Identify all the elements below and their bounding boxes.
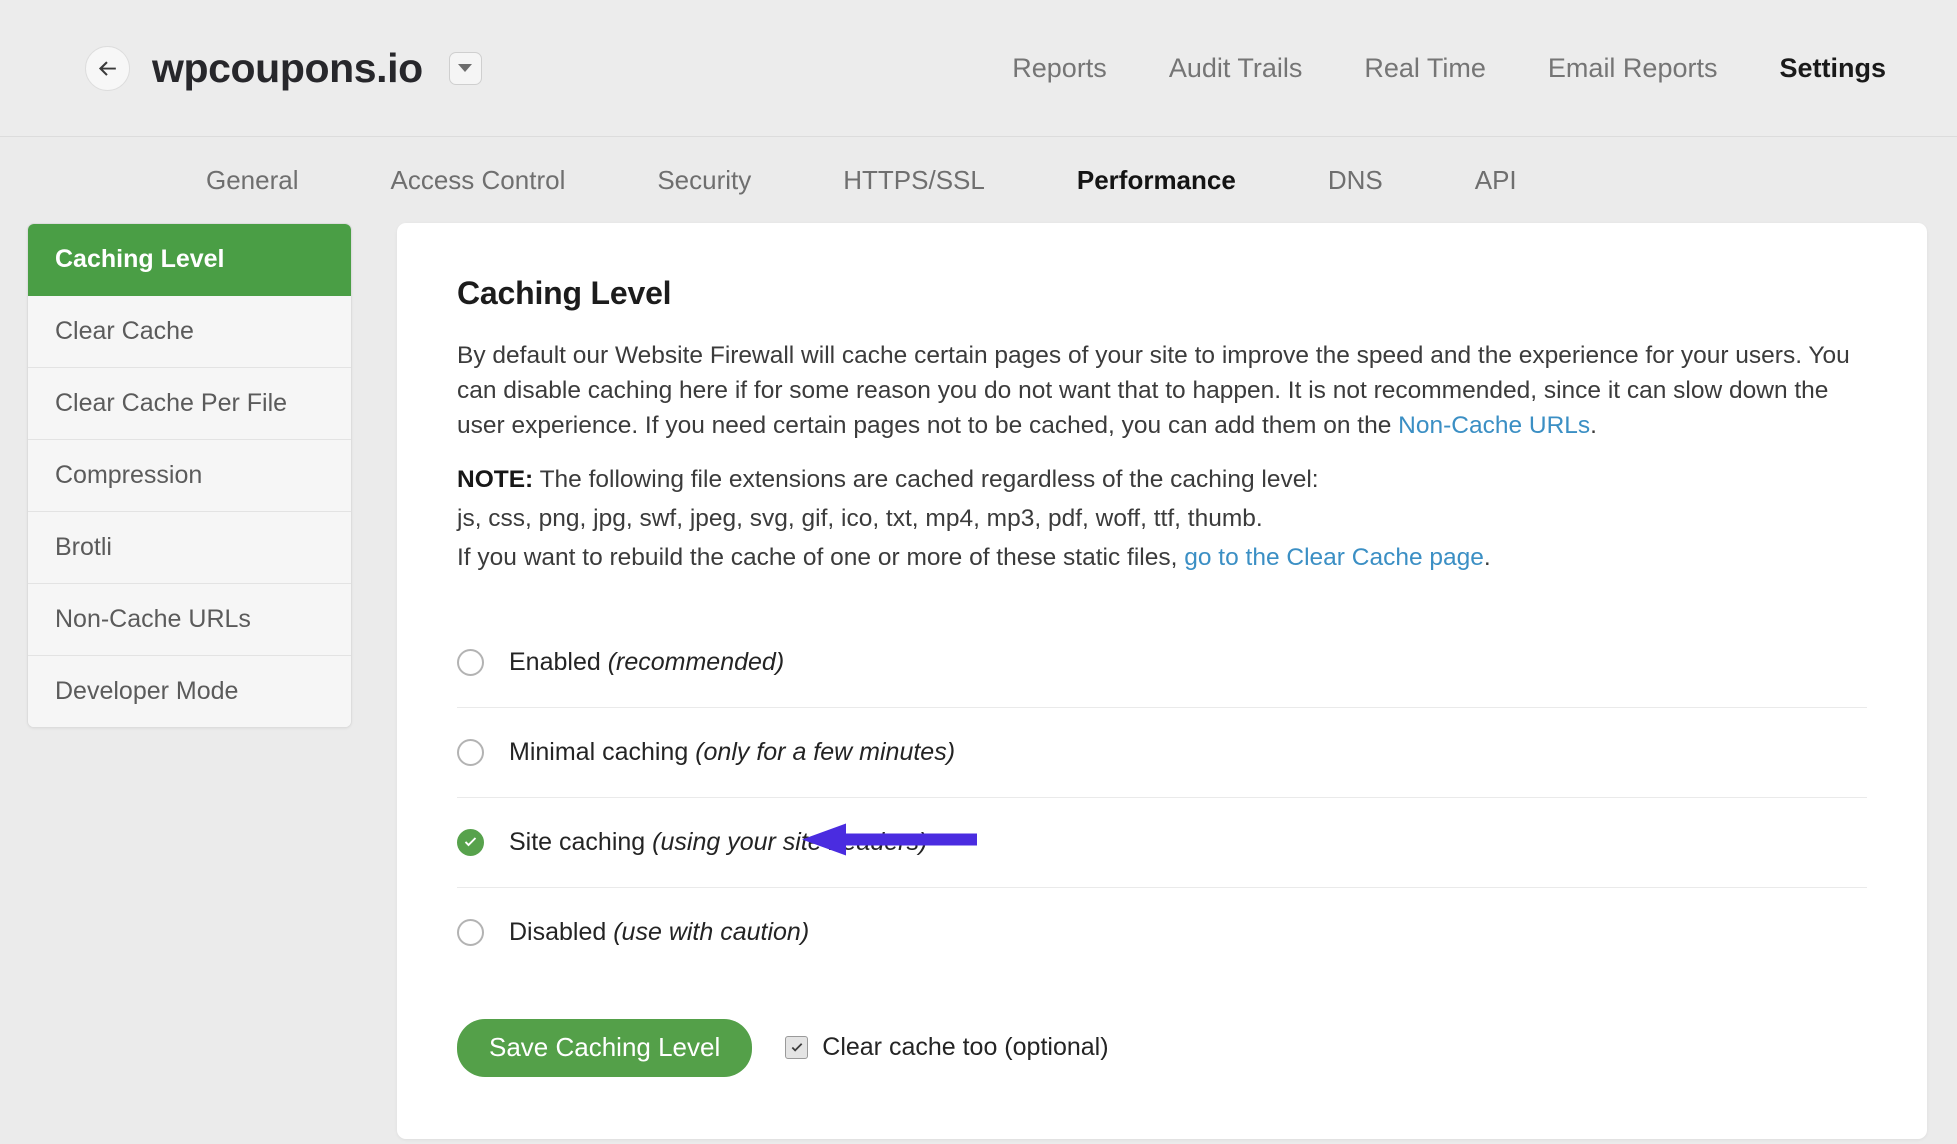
nav-item-reports[interactable]: Reports [981, 53, 1138, 84]
top-header: wpcoupons.io Reports Audit Trails Real T… [0, 0, 1957, 137]
option-row-enabled[interactable]: Enabled (recommended) [457, 618, 1867, 708]
tab-security[interactable]: Security [611, 165, 797, 196]
performance-sidebar: Caching Level Clear Cache Clear Cache Pe… [27, 223, 352, 728]
option-label-site-caching: Site caching (using your site headers) [509, 828, 927, 857]
option-label-enabled: Enabled (recommended) [509, 648, 784, 677]
sidebar-item-clear-cache-per-file[interactable]: Clear Cache Per File [28, 368, 351, 440]
tab-api[interactable]: API [1429, 165, 1563, 196]
rebuild-text: If you want to rebuild the cache of one … [457, 543, 1185, 571]
option-name: Site caching [509, 827, 646, 856]
brand-group: wpcoupons.io [85, 44, 482, 91]
option-label-minimal-caching: Minimal caching (only for a few minutes) [509, 738, 955, 767]
rebuild-paragraph: If you want to rebuild the cache of one … [457, 541, 1867, 576]
app-window: wpcoupons.io Reports Audit Trails Real T… [0, 0, 1957, 1144]
intro-text: By default our Website Firewall will cac… [457, 342, 1850, 439]
tab-https-ssl[interactable]: HTTPS/SSL [797, 165, 1031, 196]
site-switcher-button[interactable] [448, 51, 482, 85]
page-title: Caching Level [457, 275, 672, 311]
caching-level-panel: Caching Level By default our Website Fir… [397, 223, 1927, 1140]
settings-tabs: General Access Control Security HTTPS/SS… [0, 137, 1957, 223]
tab-access-control[interactable]: Access Control [345, 165, 612, 196]
option-name: Minimal caching [509, 737, 689, 766]
non-cache-urls-link[interactable]: Non-Cache URLs [1398, 412, 1590, 439]
clear-cache-too-checkbox-wrap[interactable]: Clear cache too (optional) [785, 1033, 1109, 1062]
option-name: Enabled [509, 647, 601, 676]
tab-dns[interactable]: DNS [1282, 165, 1429, 196]
option-hint: (using your site headers) [652, 827, 928, 856]
option-hint: (use with caution) [613, 917, 810, 946]
site-title: wpcoupons.io [152, 44, 423, 91]
caching-level-options: Enabled (recommended) Minimal caching (o… [457, 618, 1867, 977]
primary-nav: Reports Audit Trails Real Time Email Rep… [981, 53, 1917, 84]
nav-item-settings[interactable]: Settings [1748, 53, 1917, 84]
sidebar-item-caching-level[interactable]: Caching Level [28, 224, 351, 296]
clear-cache-page-link[interactable]: go to the Clear Cache page [1184, 544, 1484, 571]
radio-disabled[interactable] [457, 918, 484, 946]
option-row-minimal-caching[interactable]: Minimal caching (only for a few minutes) [457, 708, 1867, 798]
intro-text-end: . [1590, 411, 1597, 439]
intro-paragraph: By default our Website Firewall will cac… [457, 339, 1867, 443]
sidebar-item-clear-cache[interactable]: Clear Cache [28, 296, 351, 368]
tab-general[interactable]: General [160, 165, 345, 196]
sidebar-item-brotli[interactable]: Brotli [28, 512, 351, 584]
radio-enabled[interactable] [457, 648, 484, 676]
note-label: NOTE: [457, 466, 534, 494]
chevron-down-icon [458, 64, 473, 72]
sidebar-item-non-cache-urls[interactable]: Non-Cache URLs [28, 584, 351, 656]
nav-item-audit-trails[interactable]: Audit Trails [1138, 53, 1334, 84]
clear-cache-too-checkbox[interactable] [785, 1036, 809, 1060]
option-label-disabled: Disabled (use with caution) [509, 918, 809, 947]
clear-cache-too-label: Clear cache too (optional) [822, 1033, 1109, 1062]
extensions-list: js, css, png, jpg, swf, jpeg, svg, gif, … [457, 505, 1263, 533]
check-icon [464, 837, 477, 847]
nav-item-email-reports[interactable]: Email Reports [1517, 53, 1749, 84]
option-name: Disabled [509, 917, 607, 946]
arrow-left-icon [98, 60, 116, 76]
save-caching-level-button[interactable]: Save Caching Level [457, 1018, 753, 1078]
sidebar-item-developer-mode[interactable]: Developer Mode [28, 656, 351, 727]
radio-minimal-caching[interactable] [457, 738, 484, 766]
option-hint: (recommended) [607, 647, 785, 676]
note-text: The following file extensions are cached… [533, 466, 1319, 494]
panel-actions: Save Caching Level Clear cache too (opti… [457, 1018, 1867, 1078]
sidebar-item-compression[interactable]: Compression [28, 440, 351, 512]
option-row-site-caching[interactable]: Site caching (using your site headers) [457, 798, 1867, 888]
option-row-disabled[interactable]: Disabled (use with caution) [457, 888, 1867, 977]
option-hint: (only for a few minutes) [695, 737, 956, 766]
back-button[interactable] [85, 45, 130, 91]
content-area: Caching Level Clear Cache Clear Cache Pe… [0, 223, 1957, 1140]
check-icon [791, 1043, 803, 1052]
tab-performance[interactable]: Performance [1031, 165, 1282, 196]
rebuild-text-end: . [1483, 543, 1491, 571]
note-paragraph: NOTE: The following file extensions are … [457, 463, 1867, 498]
radio-site-caching[interactable] [457, 828, 484, 856]
nav-item-real-time[interactable]: Real Time [1333, 53, 1517, 84]
